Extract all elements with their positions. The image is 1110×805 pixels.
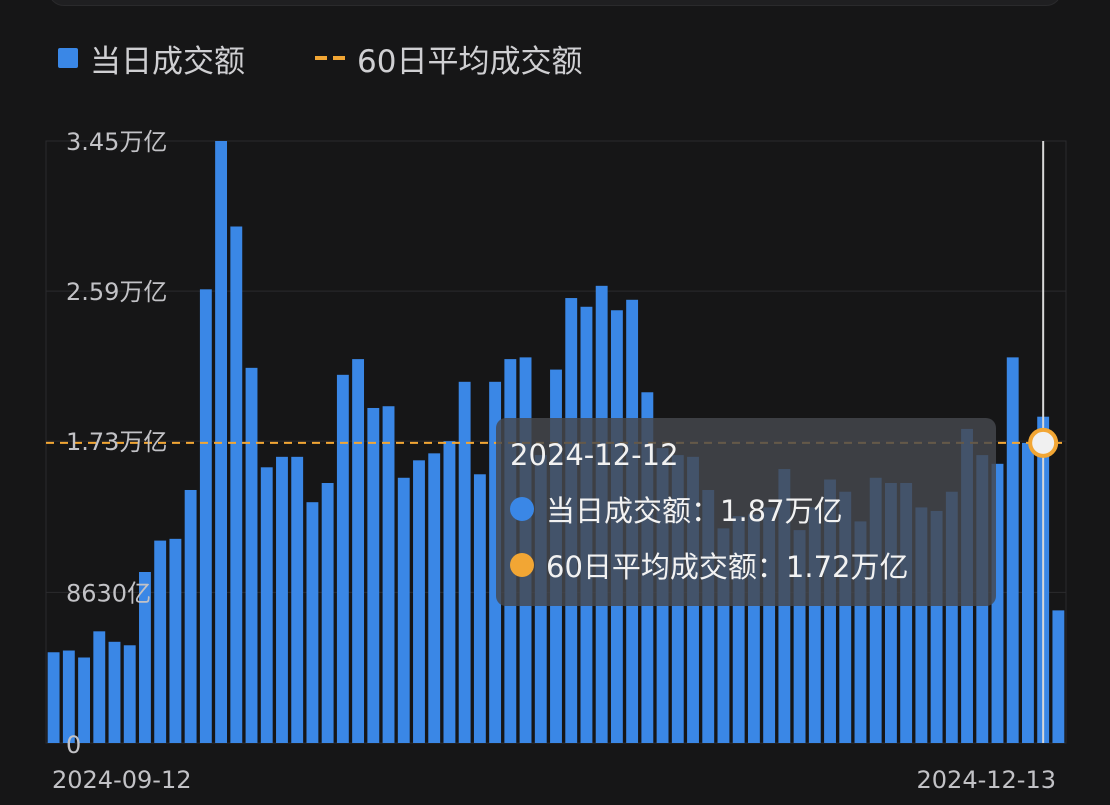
x-end-label: 2024-12-13 [917,766,1056,794]
bar-18 [321,483,334,743]
y-tick-label-0: 0 [66,731,81,759]
y-tick-label-2: 1.73万亿 [66,428,167,456]
data-tooltip: 2024-12-12 当日成交额：1.87万亿 60日平均成交额：1.72万亿 [496,418,996,606]
blue-dot-icon [510,497,534,521]
bar-19 [336,374,349,743]
bar-3 [93,631,106,743]
selected-point-marker [1028,427,1059,458]
y-tick-label-1: 8630亿 [66,579,151,607]
bar-7 [154,540,167,743]
bar-8 [169,538,182,743]
bar-13 [245,367,258,743]
bar-10 [199,289,212,743]
orange-dot-icon [510,553,534,577]
bar-23 [397,477,410,743]
bar-17 [306,502,319,743]
tooltip-average-value: 60日平均成交额：1.72万亿 [546,550,909,584]
bar-0 [47,652,60,743]
volume-chart[interactable]: 0 8630亿 1.73万亿 2.59万亿 3.45万亿 2024-09-12 2024-1… [0,0,1110,805]
bar-12 [230,226,243,743]
bar-28 [473,474,486,743]
bar-21 [367,407,380,743]
bar-66 [1052,610,1065,743]
y-tick-label-3: 2.59万亿 [66,278,167,306]
bar-64 [1022,442,1034,743]
bar-26 [443,441,456,743]
bar-14 [260,467,273,743]
tooltip-date: 2024-12-12 [510,438,679,472]
bar-9 [184,489,197,743]
bar-63 [1006,357,1019,743]
tooltip-daily-value: 当日成交额：1.87万亿 [546,494,843,528]
y-tick-label-4: 3.45万亿 [66,128,167,156]
bar-4 [108,641,121,743]
bar-5 [123,645,136,743]
x-start-label: 2024-09-12 [52,766,191,794]
tooltip-row-daily: 当日成交额：1.87万亿 [510,488,982,530]
bar-22 [382,406,395,743]
bar-27 [458,381,471,743]
bar-1 [62,650,75,743]
bar-24 [413,460,425,743]
bar-25 [428,453,441,743]
bar-16 [291,456,304,743]
tooltip-row-average: 60日平均成交额：1.72万亿 [510,544,982,586]
bar-15 [276,456,288,743]
bar-20 [352,359,365,743]
